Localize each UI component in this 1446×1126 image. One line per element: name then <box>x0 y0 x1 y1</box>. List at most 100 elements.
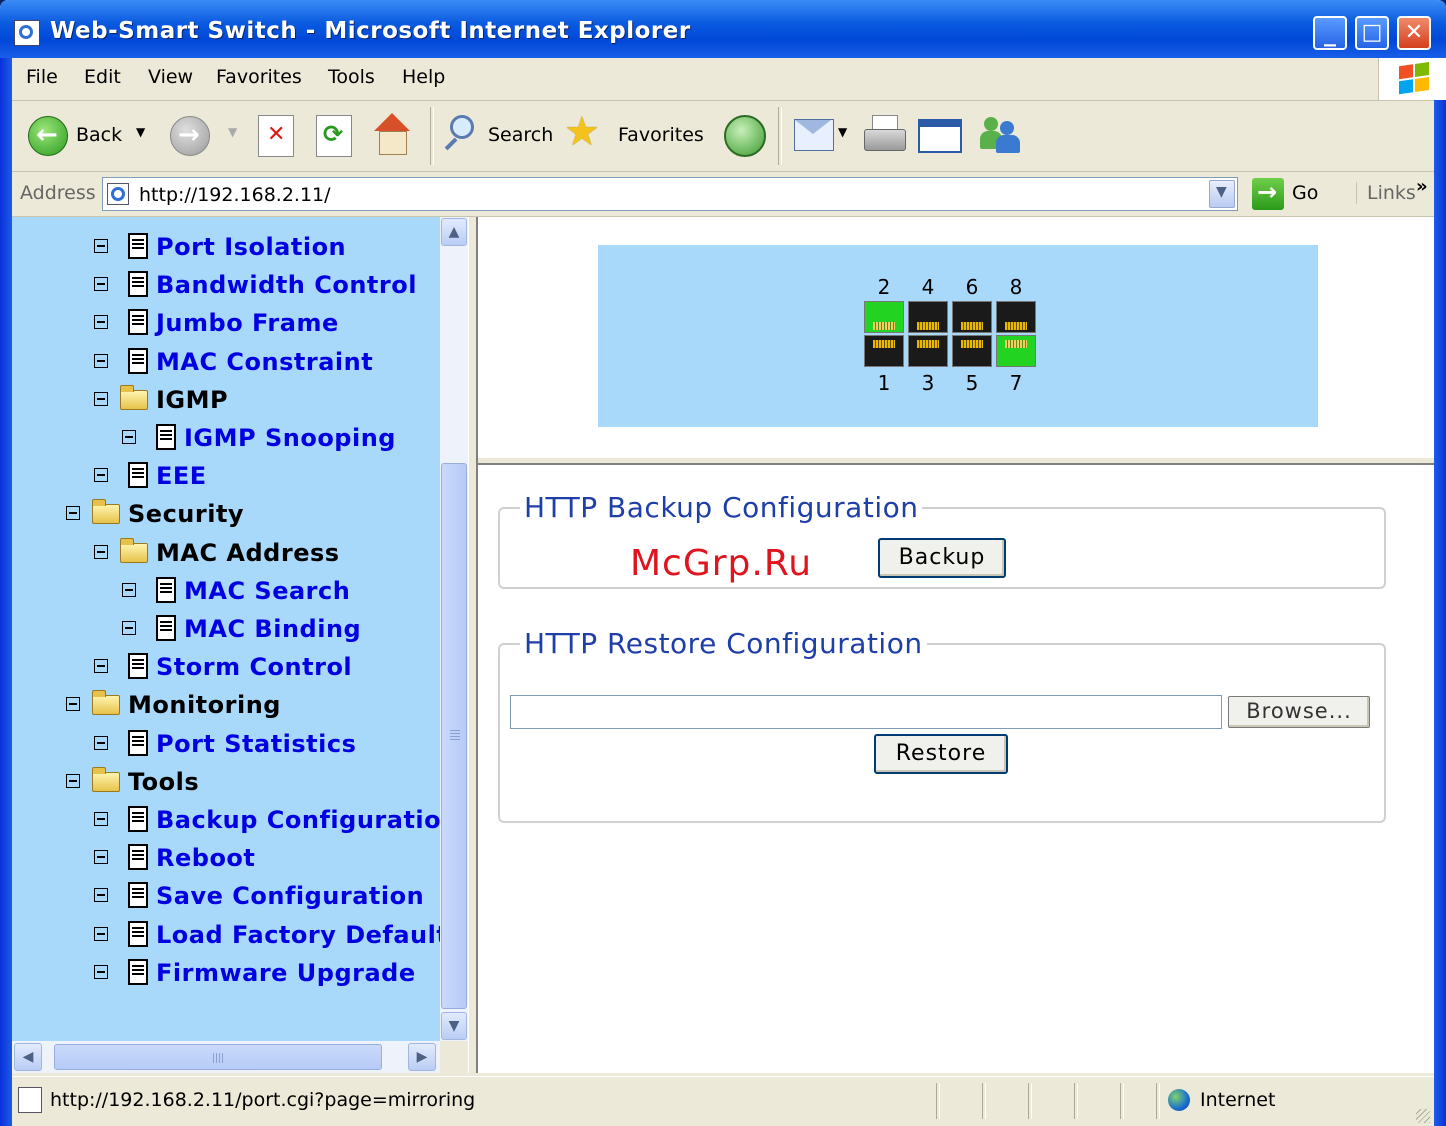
minimize-button[interactable]: _ <box>1313 16 1347 50</box>
frame-divider-vertical[interactable] <box>468 217 478 1073</box>
menu-favorites[interactable]: Favorites <box>216 66 302 88</box>
collapse-icon[interactable] <box>94 735 108 750</box>
history-icon[interactable] <box>724 115 766 157</box>
tree-node-label[interactable]: Firmware Upgrade <box>156 957 416 989</box>
edit-icon[interactable] <box>918 119 962 153</box>
security-zone: Internet <box>1200 1089 1276 1111</box>
nav-vertical-scroll-thumb[interactable] <box>441 463 467 1009</box>
links-chevron-icon[interactable]: » <box>1416 176 1428 197</box>
collapse-icon[interactable] <box>94 850 108 865</box>
status-separator <box>1028 1083 1032 1119</box>
collapse-icon[interactable] <box>94 812 108 826</box>
close-button[interactable]: ✕ <box>1397 16 1431 50</box>
collapse-icon[interactable] <box>94 239 108 253</box>
collapse-icon[interactable] <box>94 926 108 941</box>
nav-horizontal-scroll-thumb[interactable] <box>54 1044 382 1070</box>
browse-button[interactable]: Browse... <box>1228 696 1370 728</box>
print-icon[interactable] <box>864 115 906 155</box>
port-number: 5 <box>965 371 979 395</box>
collapse-icon[interactable] <box>94 888 108 903</box>
mail-icon[interactable] <box>794 119 834 151</box>
port-2-icon[interactable] <box>864 301 904 333</box>
search-icon[interactable] <box>440 113 484 159</box>
collapse-icon[interactable] <box>122 430 136 444</box>
collapse-icon[interactable] <box>94 391 108 406</box>
collapse-icon[interactable] <box>66 506 80 521</box>
refresh-icon[interactable]: ⟳ <box>316 115 352 157</box>
menu-edit[interactable]: Edit <box>84 66 121 88</box>
tree-node-label[interactable]: MAC Search <box>184 575 350 607</box>
tree-node-label[interactable]: Jumbo Frame <box>156 307 339 339</box>
collapse-icon[interactable] <box>122 621 136 635</box>
tree-node-label[interactable]: Load Factory Default <box>156 919 440 951</box>
collapse-icon[interactable] <box>94 544 108 559</box>
home-icon[interactable] <box>370 113 414 157</box>
close-icon: ✕ <box>1404 20 1424 45</box>
port-4-icon[interactable] <box>908 301 948 333</box>
go-arrow-icon[interactable]: → <box>1252 178 1284 210</box>
tree-node-label[interactable]: MAC Constraint <box>156 346 373 378</box>
chevron-left-icon: ◀ <box>22 1049 34 1065</box>
tree-node-label[interactable]: Save Configuration <box>156 880 424 912</box>
tree-node-label[interactable]: Port Statistics <box>156 728 356 760</box>
scroll-left-button[interactable]: ◀ <box>14 1043 42 1071</box>
port-7-icon[interactable] <box>996 335 1036 367</box>
address-input[interactable]: http://192.168.2.11/ ▼ <box>102 177 1238 211</box>
folder-icon <box>92 499 120 525</box>
port-8-icon[interactable] <box>996 301 1036 333</box>
address-dropdown-button[interactable]: ▼ <box>1209 180 1235 208</box>
menu-help[interactable]: Help <box>402 66 445 88</box>
mail-dropdown-icon[interactable]: ▼ <box>838 125 847 139</box>
forward-dropdown-icon[interactable]: ▼ <box>228 125 237 139</box>
restore-button[interactable]: Restore <box>874 734 1008 774</box>
nav-horizontal-scrollbar[interactable]: ◀ ▶ <box>12 1041 440 1073</box>
port-5-icon[interactable] <box>952 335 992 367</box>
nav-vertical-scrollbar[interactable]: ▲ ▼ <box>440 217 468 1041</box>
status-separator <box>982 1083 986 1119</box>
search-button[interactable]: Search <box>488 124 553 146</box>
back-arrow-icon[interactable]: ← <box>28 116 68 156</box>
menu-file[interactable]: File <box>26 66 58 88</box>
tree-node-label[interactable]: EEE <box>156 460 207 492</box>
tree-node-label[interactable]: Reboot <box>156 842 255 874</box>
collapse-icon[interactable] <box>94 315 108 330</box>
collapse-icon[interactable] <box>66 773 80 788</box>
tree-node-label[interactable]: Storm Control <box>156 651 352 683</box>
port-3-icon[interactable] <box>908 335 948 367</box>
favorites-button[interactable]: Favorites <box>618 124 704 146</box>
tree-node-label[interactable]: MAC Binding <box>184 613 361 645</box>
favorites-star-icon[interactable]: ★ <box>564 109 600 155</box>
tree-node-label[interactable]: IGMP Snooping <box>184 422 396 454</box>
resize-grip[interactable] <box>1416 1109 1430 1123</box>
menu-view[interactable]: View <box>148 66 193 88</box>
scroll-down-button[interactable]: ▼ <box>441 1012 467 1040</box>
collapse-icon[interactable] <box>94 353 108 368</box>
back-button[interactable]: Back <box>76 124 122 146</box>
links-button[interactable]: Links <box>1356 182 1416 204</box>
restore-file-input[interactable] <box>510 695 1222 729</box>
collapse-icon[interactable] <box>94 277 108 292</box>
maximize-button[interactable]: □ <box>1355 16 1389 50</box>
scroll-up-button[interactable]: ▲ <box>441 218 467 246</box>
menu-tools[interactable]: Tools <box>328 66 375 88</box>
port-1-icon[interactable] <box>864 335 904 367</box>
back-dropdown-icon[interactable]: ▼ <box>136 125 145 139</box>
tree-node-label[interactable]: Backup Configuration <box>156 804 440 836</box>
tree-node-label[interactable]: Port Isolation <box>156 231 346 263</box>
go-button[interactable]: Go <box>1292 182 1318 204</box>
frame-divider-horizontal[interactable] <box>478 457 1434 465</box>
messenger-icon[interactable] <box>978 115 1026 157</box>
collapse-icon[interactable] <box>94 964 108 979</box>
backup-button[interactable]: Backup <box>878 538 1006 578</box>
port-6-icon[interactable] <box>952 301 992 333</box>
collapse-icon[interactable] <box>66 697 80 712</box>
tree-node-label[interactable]: Bandwidth Control <box>156 269 417 301</box>
collapse-icon[interactable] <box>94 468 108 483</box>
document-icon <box>128 233 148 259</box>
scroll-right-button[interactable]: ▶ <box>408 1043 436 1071</box>
address-url[interactable]: http://192.168.2.11/ <box>139 184 331 206</box>
forward-arrow-icon[interactable]: → <box>170 116 210 156</box>
collapse-icon[interactable] <box>122 582 136 597</box>
collapse-icon[interactable] <box>94 659 108 674</box>
stop-icon[interactable]: ✕ <box>258 115 294 157</box>
